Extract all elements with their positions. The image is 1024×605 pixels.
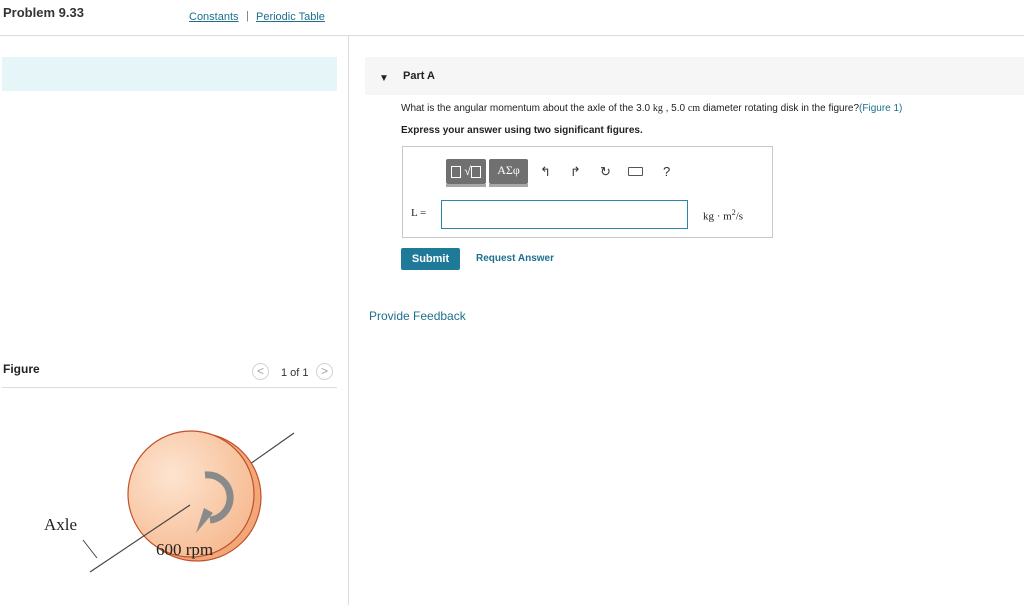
provide-feedback-link[interactable]: Provide Feedback — [369, 309, 466, 323]
length-unit: cm — [687, 103, 701, 114]
question-text: What is the angular momentum about the a… — [401, 103, 902, 114]
help-icon[interactable]: ? — [663, 164, 670, 179]
rpm-label: 600 rpm — [156, 540, 213, 559]
part-a-header[interactable] — [365, 57, 1024, 95]
next-figure-button[interactable]: > — [316, 363, 333, 380]
mass-unit: kg — [652, 103, 663, 114]
unit-tail: /s — [735, 210, 744, 223]
constants-link[interactable]: Constants — [189, 11, 239, 23]
previous-figure-button[interactable]: < — [252, 363, 269, 380]
header-divider — [0, 35, 1024, 36]
resource-bar — [2, 57, 337, 91]
question-post: diameter rotating disk in the figure? — [700, 103, 860, 114]
answer-label: L = — [411, 207, 427, 219]
problem-title: Problem 9.33 — [3, 5, 84, 20]
figure-reference-link[interactable]: (Figure 1) — [859, 103, 902, 114]
figure-divider — [2, 387, 337, 388]
symbols-underline — [489, 184, 528, 187]
unit-label: kg · m2/s — [703, 208, 743, 223]
templates-label: √ — [464, 164, 471, 178]
figure-page-count: 1 of 1 — [281, 367, 309, 379]
collapse-caret-icon[interactable]: ▼ — [379, 73, 389, 84]
undo-icon[interactable]: ↰ — [540, 164, 551, 180]
templates-underline — [446, 184, 486, 187]
resource-separator: | — [246, 10, 249, 22]
figure-label: Figure — [3, 362, 40, 376]
question-mid: , 5.0 — [662, 103, 688, 114]
reset-icon[interactable]: ↻ — [600, 164, 611, 180]
axle-leader — [82, 539, 98, 559]
request-answer-link[interactable]: Request Answer — [476, 253, 554, 264]
template-box-icon — [451, 165, 462, 178]
template-box-icon — [470, 165, 481, 178]
question-pre: What is the angular momentum about the a… — [401, 103, 653, 114]
redo-icon[interactable]: ↱ — [570, 164, 581, 180]
axle-back — [249, 432, 295, 465]
axle-label: Axle — [44, 515, 77, 534]
periodic-table-link[interactable]: Periodic Table — [256, 11, 325, 23]
symbols-button[interactable]: ΑΣφ — [489, 159, 528, 184]
disk-face — [127, 430, 255, 558]
disk-figure: Axle 600 rpm — [44, 430, 295, 573]
answer-input[interactable] — [441, 200, 688, 229]
keyboard-icon[interactable] — [628, 167, 643, 176]
templates-button[interactable]: √ — [446, 159, 486, 184]
unit-base: kg · m — [703, 210, 732, 223]
instruction-text: Express your answer using two significan… — [401, 125, 643, 136]
part-title: Part A — [403, 70, 435, 82]
panel-divider — [348, 36, 349, 605]
submit-button[interactable]: Submit — [401, 248, 460, 270]
